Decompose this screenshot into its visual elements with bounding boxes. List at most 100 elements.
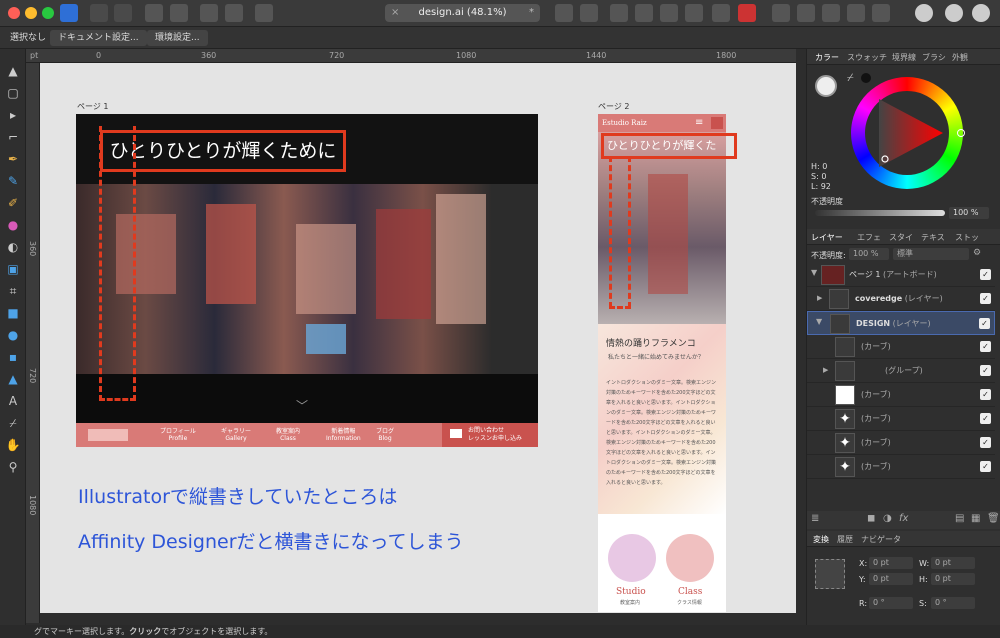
color-triangle[interactable] — [869, 93, 949, 173]
assistant-icon[interactable] — [145, 4, 163, 22]
anchor-selector-icon[interactable] — [815, 559, 845, 589]
rotate-icon[interactable] — [872, 4, 890, 22]
tab-navigator[interactable]: ナビゲータ — [861, 534, 901, 545]
fx-icon[interactable]: fx — [899, 513, 908, 524]
zoom-window-button[interactable] — [42, 7, 54, 19]
layer-row[interactable]: (カーブ) ✓ — [807, 383, 995, 407]
visibility-checkbox[interactable]: ✓ — [980, 461, 991, 472]
export-persona-icon[interactable] — [114, 4, 132, 22]
boolean-add-icon[interactable] — [610, 4, 628, 22]
close-window-button[interactable] — [8, 7, 20, 19]
zoom-tool-icon[interactable]: ⚲ — [5, 459, 21, 475]
transform-icon[interactable] — [225, 4, 243, 22]
visibility-checkbox[interactable]: ✓ — [980, 413, 991, 424]
tab-swatches[interactable]: スウォッチ — [847, 52, 887, 63]
rounded-rect-tool-icon[interactable]: ▪ — [5, 349, 21, 365]
nav-item-class[interactable]: 教室案内 Class — [276, 428, 300, 442]
trash-icon[interactable]: 🗑 — [987, 513, 1000, 524]
h-input[interactable]: 0 pt — [931, 573, 975, 585]
close-tab-icon[interactable]: × — [391, 4, 399, 22]
color-dot[interactable] — [861, 73, 871, 83]
w-input[interactable]: 0 pt — [931, 557, 975, 569]
x-input[interactable]: 0 pt — [869, 557, 913, 569]
document-tab[interactable]: × design.ai (48.1%) * — [385, 4, 540, 22]
layer-row[interactable]: ✦ (カーブ) ✓ — [807, 431, 995, 455]
new-layer-icon[interactable]: ▤ — [955, 513, 964, 524]
layer-row[interactable]: ✦ (カーブ) ✓ — [807, 455, 995, 479]
layer-opacity-input[interactable]: 100 % — [849, 248, 889, 260]
boolean-intersect-icon[interactable] — [660, 4, 678, 22]
group-icon[interactable]: ▦ — [971, 513, 980, 524]
transparency-tool-icon[interactable]: ◐ — [5, 239, 21, 255]
preferences-button[interactable]: 環境設定... — [147, 30, 208, 46]
grid-icon[interactable] — [255, 4, 273, 22]
tab-effects[interactable]: エフェ — [857, 232, 881, 243]
view-mode-icon[interactable] — [972, 4, 990, 22]
color-wheel[interactable] — [851, 77, 965, 189]
visibility-checkbox[interactable]: ✓ — [980, 341, 991, 352]
distribute-icon[interactable] — [712, 4, 730, 22]
opacity-slider[interactable] — [815, 210, 945, 216]
contact-button[interactable]: お問い合わせ レッスンお申し込み — [442, 423, 538, 447]
tab-styles[interactable]: スタイ — [889, 232, 913, 243]
tab-transform[interactable]: 変換 — [813, 534, 829, 545]
pen-tool-icon[interactable]: ✒ — [5, 151, 21, 167]
flip-horizontal-icon[interactable] — [822, 4, 840, 22]
visibility-checkbox[interactable]: ✓ — [979, 318, 990, 329]
tab-appearance[interactable]: 外観 — [952, 52, 968, 63]
move-forward-icon[interactable] — [772, 4, 790, 22]
shear-input[interactable]: 0 ° — [931, 597, 975, 609]
tab-history[interactable]: 履歴 — [837, 534, 853, 545]
ellipse-tool-icon[interactable]: ● — [5, 327, 21, 343]
align-icon[interactable] — [200, 4, 218, 22]
rectangle-tool-icon[interactable]: ■ — [5, 305, 21, 321]
studio-image[interactable] — [608, 534, 656, 582]
tab-layers[interactable]: レイヤー — [811, 232, 843, 243]
designer-persona-icon[interactable] — [60, 4, 78, 22]
snap-magnet-icon[interactable] — [738, 4, 756, 22]
place-image-icon[interactable]: ▣ — [5, 261, 21, 277]
collapse-icon[interactable]: ▼ — [816, 317, 822, 326]
opacity-input[interactable]: 100 % — [949, 207, 989, 219]
minimize-window-button[interactable] — [25, 7, 37, 19]
layer-row-design[interactable]: ▼ DESIGN (レイヤー) ✓ — [807, 311, 995, 335]
expand-icon[interactable]: ▶ — [817, 294, 822, 302]
layer-row[interactable]: (カーブ) ✓ — [807, 335, 995, 359]
color-mode-icon[interactable] — [945, 4, 963, 22]
mobile-hero-headline[interactable]: ひとりひとりが輝くた — [601, 133, 737, 159]
fill-swatch[interactable] — [815, 75, 837, 97]
adjustment-icon[interactable]: ◑ — [883, 513, 892, 524]
visibility-checkbox[interactable]: ✓ — [980, 389, 991, 400]
layer-options-icon[interactable]: ⚙ — [973, 248, 981, 258]
geometry-icon[interactable] — [915, 4, 933, 22]
vector-brush-icon[interactable]: ✐ — [5, 195, 21, 211]
layer-row[interactable]: ✦ (カーブ) ✓ — [807, 407, 995, 431]
layer-row-coveredge[interactable]: ▶ coveredge (レイヤー) ✓ — [807, 287, 995, 311]
hue-handle[interactable] — [957, 129, 965, 137]
pixel-persona-icon[interactable] — [90, 4, 108, 22]
arrange-icon[interactable] — [555, 4, 573, 22]
tab-stock[interactable]: ストッ — [955, 232, 979, 243]
hand-tool-icon[interactable]: ✋ — [5, 437, 21, 453]
snapping-icon[interactable] — [170, 4, 188, 22]
tab-stroke[interactable]: 境界線 — [892, 52, 916, 63]
move-back-icon[interactable] — [797, 4, 815, 22]
mask-icon[interactable]: ◼ — [867, 513, 875, 524]
nav-item-blog[interactable]: ブログ Blog — [376, 428, 394, 442]
y-input[interactable]: 0 pt — [869, 573, 913, 585]
blend-mode-select[interactable]: 標準 — [893, 248, 969, 260]
crop-tool-icon[interactable]: ⌗ — [5, 283, 21, 299]
tab-color[interactable]: カラー — [815, 52, 839, 63]
node-tool-icon[interactable]: ▸ — [5, 107, 21, 123]
nav-item-profile[interactable]: プロフィール Profile — [160, 428, 196, 442]
collapse-icon[interactable]: ▼ — [811, 268, 817, 277]
insert-icon[interactable] — [580, 4, 598, 22]
text-tool-icon[interactable]: A — [5, 393, 21, 409]
triangle-tool-icon[interactable]: ▲ — [5, 371, 21, 387]
nav-item-gallery[interactable]: ギャラリー Gallery — [221, 428, 251, 442]
menu-icon[interactable]: ≡ — [695, 117, 707, 129]
expand-icon[interactable]: ▶ — [823, 366, 828, 374]
mail-icon[interactable] — [711, 117, 723, 129]
layer-row-page1[interactable]: ▼ ページ 1 (アートボード) ✓ — [807, 263, 995, 287]
corner-tool-icon[interactable]: ⌐ — [5, 129, 21, 145]
